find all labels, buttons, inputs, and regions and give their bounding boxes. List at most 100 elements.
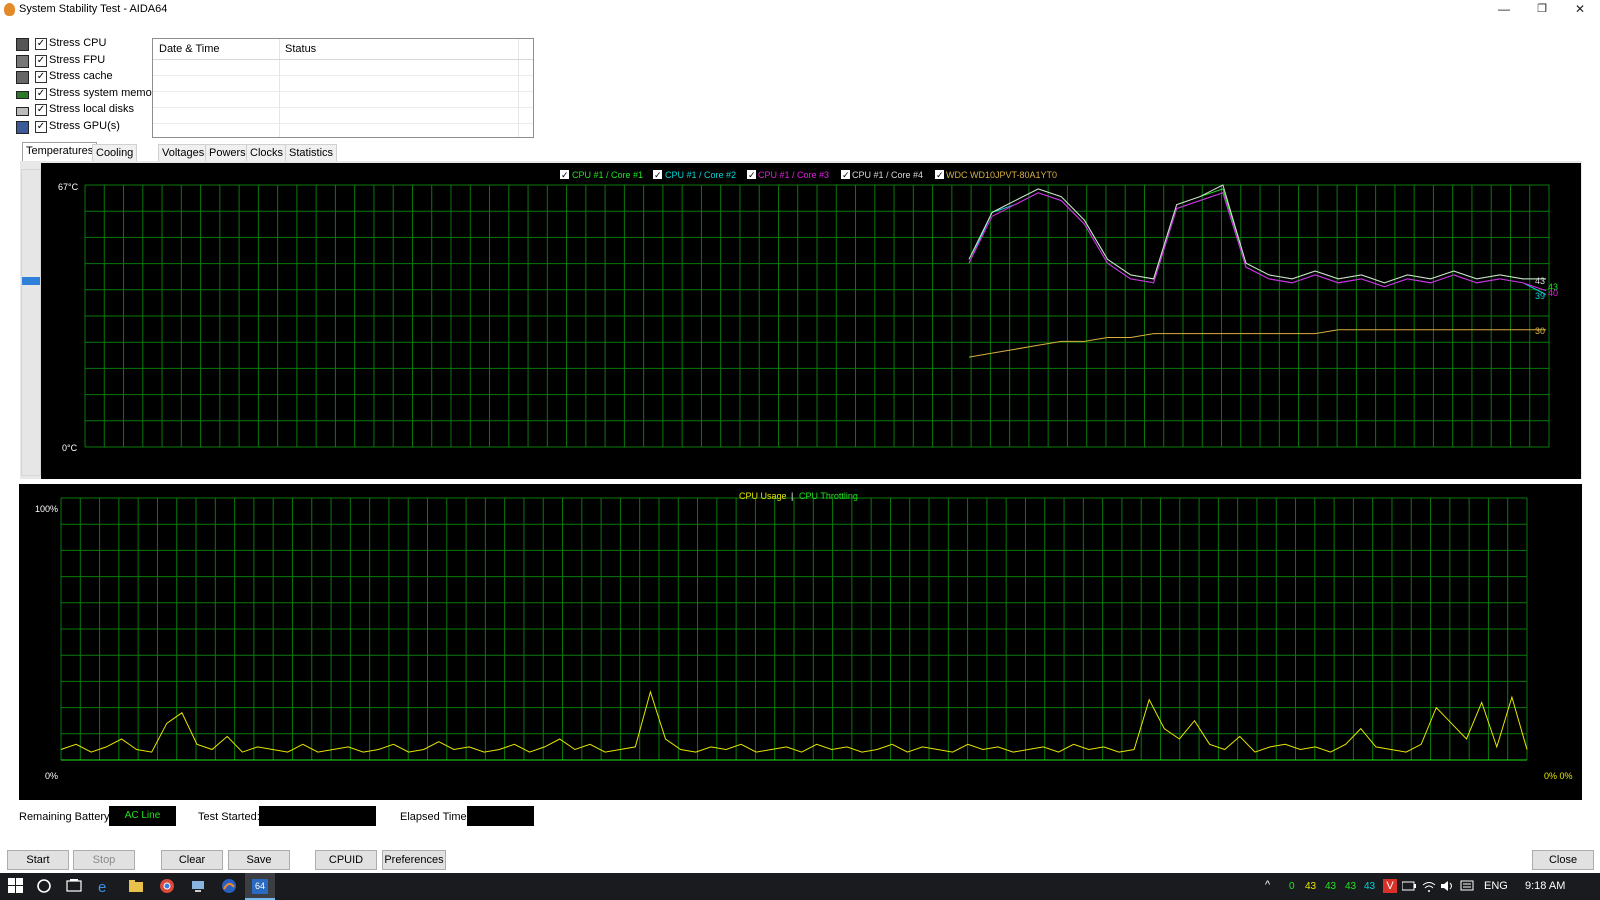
legend-hdd[interactable]: WDC WD10JPVT-80A1YT0 bbox=[946, 170, 1057, 180]
status-log-table[interactable]: Date & Time Status bbox=[152, 38, 534, 138]
svg-text:✓: ✓ bbox=[842, 170, 850, 180]
elapsed-time-label: Elapsed Time: bbox=[400, 811, 470, 823]
stress-fpu-label: Stress FPU bbox=[49, 53, 106, 66]
legend-cpu-throttling[interactable]: CPU Throttling bbox=[799, 491, 858, 501]
stress-gpu-checkbox[interactable]: ✓ bbox=[35, 120, 47, 133]
stress-disks-label: Stress local disks bbox=[49, 103, 134, 115]
fpu-icon bbox=[16, 54, 29, 68]
window-title: System Stability Test - AIDA64 bbox=[19, 3, 168, 15]
stress-cpu-option[interactable]: ✓ Stress CPU bbox=[14, 37, 154, 53]
battery-value: AC Line bbox=[109, 806, 176, 826]
action-center-icon[interactable] bbox=[1460, 880, 1476, 896]
disk-icon bbox=[16, 107, 29, 116]
cpuid-button[interactable]: CPUID bbox=[315, 850, 377, 870]
memory-icon bbox=[16, 90, 29, 99]
stress-cache-option[interactable]: ✓ Stress cache bbox=[14, 70, 154, 86]
show-hidden-icons-chevron-icon[interactable]: ^ bbox=[1265, 879, 1270, 891]
stress-cache-checkbox[interactable]: ✓ bbox=[35, 71, 47, 83]
taskbar-clock[interactable]: 9:18 AM bbox=[1525, 880, 1565, 892]
windows-taskbar: e 64 ^ 0 43 43 43 43 V ENG 9:18 AM bbox=[0, 873, 1600, 900]
cache-icon bbox=[16, 71, 29, 84]
end-label-core2: 39 bbox=[1535, 291, 1545, 301]
close-window-button[interactable]: ✕ bbox=[1562, 0, 1598, 18]
gpu-icon bbox=[16, 120, 29, 134]
stress-gpu-option[interactable]: ✓ Stress GPU(s) bbox=[14, 120, 154, 136]
preferences-button[interactable]: Preferences bbox=[382, 850, 446, 870]
wifi-icon[interactable] bbox=[1422, 880, 1438, 896]
svg-text:e: e bbox=[98, 879, 106, 894]
legend-cpu-usage[interactable]: CPU Usage bbox=[739, 491, 787, 501]
usage-end-label: 0% 0% bbox=[1544, 771, 1573, 781]
stop-button[interactable]: Stop bbox=[73, 850, 135, 870]
stress-cache-label: Stress cache bbox=[49, 70, 113, 82]
scrollbar-thumb[interactable] bbox=[22, 277, 40, 285]
tab-clocks[interactable]: Clocks bbox=[246, 144, 288, 162]
svg-text:✓: ✓ bbox=[936, 170, 944, 180]
stress-fpu-checkbox[interactable]: ✓ bbox=[35, 54, 47, 67]
usage-y-min-label: 0% bbox=[45, 771, 58, 781]
legend-core2[interactable]: CPU #1 / Core #2 bbox=[665, 170, 736, 180]
antivirus-tray-icon[interactable]: V bbox=[1383, 879, 1397, 893]
temperature-graph: ✓ CPU #1 / Core #1 ✓ CPU #1 / Core #2 ✓ … bbox=[41, 163, 1581, 479]
tray-temp-4: 43 bbox=[1364, 881, 1376, 892]
windows-start-icon[interactable] bbox=[8, 878, 24, 894]
chrome-icon[interactable] bbox=[159, 878, 175, 894]
end-label-hdd: 30 bbox=[1535, 326, 1545, 336]
svg-text:✓: ✓ bbox=[654, 170, 662, 180]
aida64-app-icon: 64 bbox=[252, 879, 268, 894]
usage-y-max-label: 100% bbox=[35, 504, 58, 514]
tab-temperatures[interactable]: Temperatures bbox=[22, 142, 98, 163]
firefox-icon[interactable] bbox=[221, 878, 237, 894]
edge-browser-icon[interactable]: e bbox=[97, 878, 113, 894]
elapsed-time-value bbox=[467, 806, 534, 826]
battery-icon[interactable] bbox=[1402, 880, 1418, 896]
task-view-icon[interactable] bbox=[66, 878, 82, 894]
stress-memory-option[interactable]: ✓ Stress system memory bbox=[14, 87, 174, 103]
svg-text:✓: ✓ bbox=[748, 170, 756, 180]
legend-separator: | bbox=[791, 491, 793, 501]
status-column-header[interactable]: Status bbox=[285, 43, 316, 55]
file-explorer-icon[interactable] bbox=[128, 878, 144, 894]
start-button[interactable]: Start bbox=[7, 850, 69, 870]
cpu-icon bbox=[16, 38, 29, 51]
stress-disks-option[interactable]: ✓ Stress local disks bbox=[14, 103, 154, 119]
legend-core1[interactable]: CPU #1 / Core #1 bbox=[572, 170, 643, 180]
clear-button[interactable]: Clear bbox=[161, 850, 223, 870]
aida64-taskbar-button[interactable]: 64 bbox=[245, 873, 275, 900]
legend-core4[interactable]: CPU #1 / Core #4 bbox=[852, 170, 923, 180]
minimize-button[interactable]: — bbox=[1486, 0, 1522, 18]
stress-disks-checkbox[interactable]: ✓ bbox=[35, 104, 47, 116]
aida64-flame-icon bbox=[4, 3, 15, 16]
end-label-core3: 40 bbox=[1548, 288, 1558, 298]
temp-y-max-label: 67°C bbox=[58, 182, 79, 192]
tab-voltages[interactable]: Voltages bbox=[158, 144, 209, 162]
stress-cpu-label: Stress CPU bbox=[49, 37, 107, 49]
stress-fpu-option[interactable]: ✓ Stress FPU bbox=[14, 54, 154, 70]
input-language-indicator[interactable]: ENG bbox=[1484, 880, 1508, 892]
test-started-value bbox=[259, 806, 376, 826]
title-bar: System Stability Test - AIDA64 — ❐ ✕ bbox=[0, 0, 1600, 20]
end-label-core4: 43 bbox=[1535, 276, 1545, 286]
svg-text:✓: ✓ bbox=[561, 170, 569, 180]
temperature-legend: ✓ CPU #1 / Core #1 ✓ CPU #1 / Core #2 ✓ … bbox=[560, 170, 1057, 180]
stress-cpu-checkbox[interactable]: ✓ bbox=[35, 38, 47, 50]
restore-button[interactable]: ❐ bbox=[1524, 0, 1560, 18]
cpu-usage-graph: CPU Usage | CPU Throttling 100% 0% 0% 0% bbox=[19, 484, 1582, 800]
stress-memory-label: Stress system memory bbox=[49, 86, 161, 99]
tab-powers[interactable]: Powers bbox=[205, 144, 250, 162]
stress-memory-checkbox[interactable]: ✓ bbox=[35, 87, 47, 100]
volume-icon[interactable] bbox=[1440, 880, 1456, 896]
tray-temp-1: 43 bbox=[1305, 881, 1317, 892]
save-button[interactable]: Save bbox=[228, 850, 290, 870]
cortana-search-icon[interactable] bbox=[36, 878, 52, 894]
sensor-scrollbar[interactable] bbox=[21, 169, 41, 476]
temp-y-min-label: 0°C bbox=[62, 443, 78, 453]
network-computer-icon[interactable] bbox=[190, 878, 206, 894]
tray-temp-3: 43 bbox=[1345, 881, 1357, 892]
tab-cooling-fans[interactable]: Cooling Fans bbox=[92, 144, 138, 176]
tab-statistics[interactable]: Statistics bbox=[285, 144, 338, 162]
date-time-column-header[interactable]: Date & Time bbox=[159, 43, 220, 55]
stress-gpu-label: Stress GPU(s) bbox=[49, 119, 120, 132]
close-button[interactable]: Close bbox=[1532, 850, 1594, 870]
legend-core3[interactable]: CPU #1 / Core #3 bbox=[758, 170, 829, 180]
